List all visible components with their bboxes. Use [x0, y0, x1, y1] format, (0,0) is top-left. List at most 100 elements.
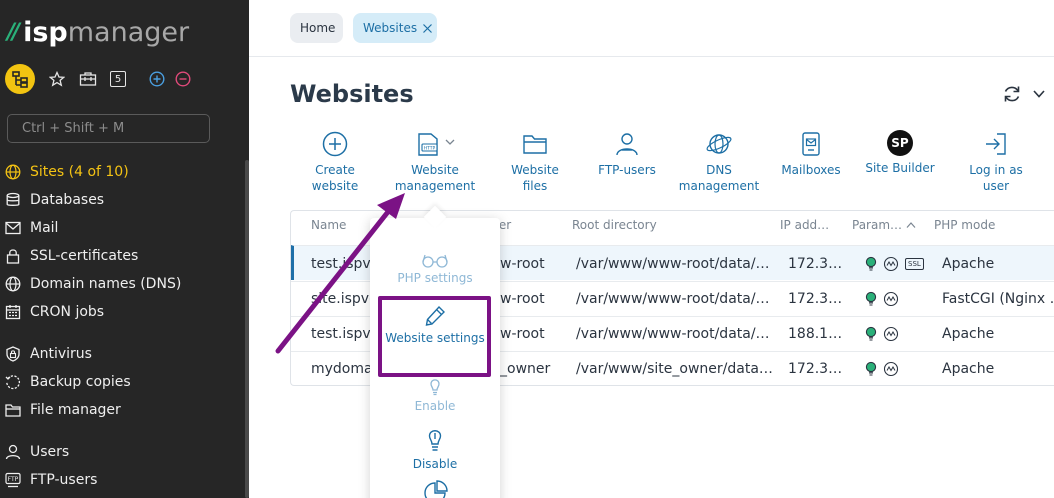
cell-root: /var/www/www-root/data/…: [576, 256, 770, 272]
sidebar-item-dns[interactable]: Domain names (DNS): [4, 272, 181, 296]
chevron-down-icon[interactable]: [1032, 88, 1046, 100]
close-icon[interactable]: [422, 23, 433, 34]
menu-item-label: PHP settings: [397, 271, 473, 285]
search-input[interactable]: [7, 114, 210, 143]
ispmanager-logo[interactable]: // isp manager: [7, 16, 189, 48]
sidebar-item-backup[interactable]: Backup copies: [4, 370, 131, 394]
sidebar-item-label: CRON jobs: [30, 304, 105, 320]
ssl-icon: SSL: [905, 258, 924, 270]
cell-php-mode: FastCGI (Nginx …: [942, 291, 1054, 307]
sidebar-item-databases[interactable]: Databases: [4, 188, 104, 212]
create-website-button[interactable]: Create website: [305, 130, 365, 194]
log-in-as-user-button[interactable]: Log in as user: [966, 130, 1026, 194]
sidebar-item-users[interactable]: Users: [4, 440, 69, 464]
sidebar-item-mail[interactable]: Mail: [4, 216, 58, 240]
sidebar-item-ssl[interactable]: SSL-certificates: [4, 244, 138, 268]
column-header-root[interactable]: Root directory: [572, 218, 657, 232]
menu-tree-button[interactable]: [5, 64, 35, 94]
svg-text:HTTP: HTTP: [424, 146, 436, 152]
tool-label: Create website: [311, 163, 359, 193]
php-icon: [883, 361, 899, 377]
sidebar-item-label: FTP-users: [30, 472, 98, 488]
logo-isp: isp: [23, 16, 68, 48]
mail-icon: [4, 219, 22, 237]
php-icon: [883, 326, 899, 342]
sidebar-item-label: Databases: [30, 192, 105, 208]
counter-badge[interactable]: 5: [110, 71, 126, 87]
menu-item-enable[interactable]: Enable: [370, 378, 500, 414]
ftp-user-icon: [613, 130, 641, 158]
cell-ip: 172.3…: [788, 256, 843, 272]
sidebar-item-sites[interactable]: Sites (4 of 10): [4, 160, 129, 184]
remove-icon[interactable]: [174, 70, 192, 88]
cell-root: /var/www/www-root/data/…: [576, 291, 770, 307]
tab-websites[interactable]: Websites: [353, 13, 437, 43]
sidebar-item-antivirus[interactable]: Antivirus: [4, 342, 92, 366]
star-icon[interactable]: [48, 70, 66, 88]
ftp-users-button[interactable]: FTP-users: [597, 130, 657, 178]
cell-params: [865, 326, 905, 342]
sidebar-item-label: Antivirus: [30, 346, 92, 362]
logo-mark-icon: //: [7, 19, 20, 45]
user-icon: [4, 443, 22, 461]
lock-icon: [4, 247, 22, 265]
cell-root: /var/www/www-root/data/…: [576, 326, 770, 342]
tool-label: DNS management: [678, 163, 760, 193]
tab-home[interactable]: Home: [290, 13, 343, 43]
cell-ip: 188.1…: [788, 326, 843, 342]
tree-icon: [12, 71, 28, 88]
logo-manager: manager: [67, 16, 190, 48]
menu-item-disable[interactable]: Disable: [370, 428, 500, 472]
column-header-params[interactable]: Param…: [852, 218, 916, 232]
menu-item-statistics[interactable]: [370, 480, 500, 498]
database-icon: [4, 191, 22, 209]
site-builder-button[interactable]: SP Site Builder: [865, 130, 935, 176]
sidebar-scrollbar[interactable]: [245, 160, 249, 498]
folder-icon: [521, 130, 549, 158]
tab-label: Websites: [363, 21, 418, 35]
bulb-icon: [865, 361, 877, 377]
sidebar-item-label: Sites (4 of 10): [30, 164, 129, 180]
website-files-button[interactable]: Website files: [505, 130, 565, 194]
globe-icon: [4, 275, 22, 293]
column-header-label: Param…: [852, 218, 903, 232]
tool-label: FTP-users: [598, 163, 656, 177]
sidebar-item-label: Mail: [30, 220, 59, 236]
sidebar-item-label: File manager: [30, 402, 121, 418]
cell-params: [865, 361, 905, 377]
cell-name: site.ispvd: [311, 291, 378, 307]
cell-php-mode: Apache: [942, 256, 995, 272]
cell-php-mode: Apache: [942, 361, 995, 377]
ftp-icon: FTP: [4, 471, 22, 489]
sidebar-item-label: Users: [30, 444, 70, 460]
highlight-box: [378, 296, 491, 377]
sidebar: // isp manager 5 Sites (4 of 10): [0, 0, 249, 498]
menu-item-php-settings[interactable]: PHP settings: [370, 252, 500, 286]
cell-owner: w-root: [500, 291, 545, 307]
sidebar-item-cron[interactable]: CRON jobs: [4, 300, 104, 324]
column-header-name[interactable]: Name: [311, 218, 346, 232]
sidebar-item-file-manager[interactable]: File manager: [4, 398, 121, 422]
add-circle-icon: [321, 130, 349, 158]
menu-item-label: Enable: [414, 399, 456, 413]
refresh-icon[interactable]: [1002, 84, 1022, 104]
mailboxes-button[interactable]: Mailboxes: [780, 130, 842, 178]
cell-name: mydomai: [311, 361, 377, 377]
bulb-icon: [865, 256, 877, 272]
website-management-icon: HTTP: [413, 130, 457, 158]
tab-label: Home: [300, 21, 336, 35]
php-icon: [883, 291, 899, 307]
briefcase-icon[interactable]: [79, 70, 97, 88]
column-header-php[interactable]: PHP mode: [934, 218, 995, 232]
add-icon[interactable]: [148, 70, 166, 88]
cell-ip: 172.3…: [788, 291, 843, 307]
website-management-button[interactable]: HTTP Website management: [395, 130, 475, 194]
column-header-ip[interactable]: IP add…: [780, 218, 829, 232]
tool-label: Log in as user: [969, 163, 1023, 193]
dns-management-button[interactable]: DNS management: [668, 130, 770, 194]
quick-actions: 5: [5, 64, 192, 94]
cell-owner: w-root: [500, 256, 545, 272]
sidebar-item-ftp-users[interactable]: FTP FTP-users: [4, 468, 97, 492]
cell-root: /var/www/site_owner/data…: [576, 361, 773, 377]
svg-text:FTP: FTP: [8, 476, 19, 483]
